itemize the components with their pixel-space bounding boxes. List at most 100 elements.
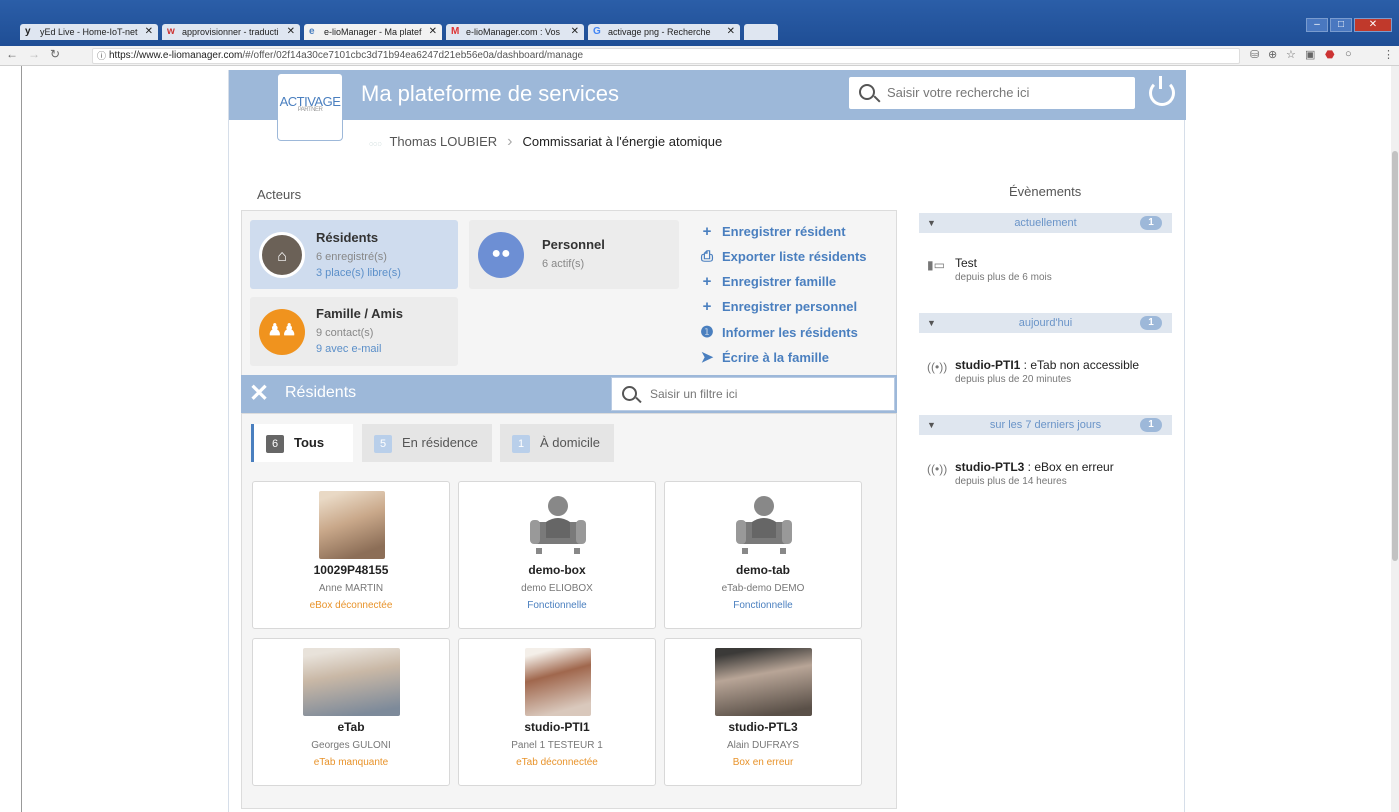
plus-icon: + (702, 298, 712, 315)
action-export-residents[interactable]: ⎙ Exporter liste résidents (700, 248, 867, 265)
tab-favicon-icon: G (593, 26, 601, 37)
browser-tab[interactable]: Me-lioManager.com : Vos ✕ (446, 24, 584, 40)
window-close-icon[interactable]: ✕ (1354, 18, 1392, 32)
close-icon[interactable]: ✕ (249, 379, 269, 408)
card-residents[interactable]: ⌂ Résidents 6 enregistré(s) 3 place(s) l… (250, 220, 458, 289)
menu-icon[interactable]: ⋮ (1383, 48, 1394, 61)
tab-label: yEd Live - Home-IoT-net (40, 27, 138, 37)
zoom-icon[interactable]: ⊕ (1268, 48, 1277, 61)
family-icon: ♟♟ (259, 309, 305, 355)
action-label: Enregistrer famille (722, 274, 837, 289)
browser-tab[interactable]: w approvisionner - traducti ✕ (162, 24, 300, 40)
tab-favicon-icon: e (309, 26, 315, 37)
event-time: depuis plus de 14 heures (955, 476, 1067, 487)
event-group-7-days[interactable]: ▼ sur les 7 derniers jours 1 (919, 415, 1172, 435)
browser-tab-active[interactable]: e e-lioManager - Ma platef ✕ (304, 24, 442, 40)
resident-card[interactable]: studio-PTI1 Panel 1 TESTEUR 1 eTab décon… (458, 638, 656, 786)
resident-id: demo-box (528, 563, 586, 577)
residents-panel-header: ✕ Résidents Saisir un filtre ici (241, 375, 897, 413)
filter-input[interactable]: Saisir un filtre ici (611, 377, 895, 411)
breadcrumb-user[interactable]: Thomas LOUBIER (389, 134, 497, 149)
star-icon[interactable]: ☆ (1286, 48, 1296, 61)
back-icon[interactable]: ← (6, 47, 18, 61)
acteurs-heading: Acteurs (257, 187, 302, 202)
filter-tab-all[interactable]: 6 Tous (251, 424, 353, 462)
action-register-family[interactable]: + Enregistrer famille (700, 273, 837, 290)
maximize-icon[interactable]: □ (1330, 18, 1352, 32)
event-group-today[interactable]: ▼ aujourd'hui 1 (919, 313, 1172, 333)
filter-placeholder: Saisir un filtre ici (650, 387, 738, 401)
info-icon[interactable]: ⓘ (97, 49, 106, 63)
resident-status: Box en erreur (732, 757, 794, 768)
tab-favicon-icon: y (25, 26, 31, 37)
residents-panel-title: Résidents (285, 384, 357, 401)
reload-icon[interactable]: ↻ (50, 47, 60, 61)
logo[interactable]: ACTIVAGE PARTNER (277, 73, 343, 141)
forward-icon[interactable]: → (28, 47, 40, 61)
url-host: https://www.e-liomanager.com (109, 50, 243, 61)
tab-favicon-icon: w (167, 26, 175, 37)
browser-tab[interactable]: Gactivage png - Recherche ✕ (588, 24, 740, 40)
url-field[interactable]: ⓘ https://www.e-liomanager.com/#/offer/0… (92, 48, 1240, 64)
search-placeholder: Saisir votre recherche ici (887, 85, 1030, 100)
resident-card[interactable]: demo-box demo ELIOBOX Fonctionnelle (458, 481, 656, 629)
extension-icon[interactable]: ○ (1345, 48, 1352, 60)
filter-tab-in-residence[interactable]: 5 En résidence (362, 424, 492, 462)
event-group-label: sur les 7 derniers jours (989, 419, 1102, 431)
global-search-input[interactable]: Saisir votre recherche ici (849, 77, 1135, 109)
browser-tab[interactable]: y yEd Live - Home-IoT-net ✕ (20, 24, 158, 40)
close-icon[interactable]: ✕ (571, 24, 579, 40)
translate-icon[interactable]: ⛁ (1250, 48, 1259, 61)
tab-label: e-lioManager.com : Vos (466, 27, 561, 37)
card-link[interactable]: 3 place(s) libre(s) (316, 267, 401, 279)
resident-id: demo-tab (736, 563, 790, 577)
breadcrumb: ◌◌◌ Thomas LOUBIER › Commissariat à l'énerg… (369, 133, 722, 151)
events-heading: Évènements (1009, 184, 1082, 199)
filter-tab-label: À domicile (540, 435, 600, 450)
card-famille[interactable]: ♟♟ Famille / Amis 9 contact(s) 9 avec e-… (250, 297, 458, 366)
resident-status: eBox déconnectée (309, 600, 393, 611)
event-group-now[interactable]: ▼ actuellement 1 (919, 213, 1172, 233)
event-device: studio-PTI1 (955, 358, 1021, 372)
action-write-family[interactable]: ➤ Écrire à la famille (700, 348, 829, 366)
card-line: 6 enregistré(s) (316, 251, 387, 263)
resident-id: studio-PTI1 (524, 720, 590, 734)
card-personnel[interactable]: ●● Personnel 6 actif(s) (469, 220, 679, 289)
close-icon[interactable]: ✕ (287, 24, 295, 40)
new-tab-button[interactable] (744, 24, 778, 40)
resident-card[interactable]: 10029P48155 Anne MARTIN eBox déconnectée (252, 481, 450, 629)
count-badge: 1 (1140, 316, 1162, 330)
info-icon: ❶ (700, 324, 714, 341)
resident-card[interactable]: eTab Georges GULONI eTab manquante (252, 638, 450, 786)
filter-tab-at-home[interactable]: 1 À domicile (500, 424, 614, 462)
adblock-icon[interactable]: ⬣ (1325, 48, 1335, 61)
resident-card[interactable]: demo-tab eTab-demo DEMO Fonctionnelle (664, 481, 862, 629)
scrollbar-thumb[interactable] (1392, 151, 1398, 561)
plus-icon: + (702, 223, 712, 240)
resident-name: Georges GULONI (311, 740, 391, 751)
close-icon[interactable]: ✕ (727, 24, 735, 40)
power-icon[interactable] (1149, 76, 1175, 106)
event-time: depuis plus de 20 minutes (955, 374, 1072, 385)
card-link[interactable]: 9 avec e-mail (316, 343, 381, 355)
resident-photo (303, 648, 400, 716)
resident-card[interactable]: studio-PTL3 Alain DUFRAYS Box en erreur (664, 638, 862, 786)
action-register-staff[interactable]: + Enregistrer personnel (700, 298, 858, 315)
resident-name: eTab-demo DEMO (721, 583, 805, 594)
resident-status: Fonctionnelle (733, 600, 793, 611)
action-label: Écrire à la famille (722, 350, 829, 365)
close-icon[interactable]: ✕ (145, 24, 153, 40)
tab-label: approvisionner - traducti (182, 27, 279, 37)
scrollbar[interactable] (1391, 66, 1399, 812)
action-register-resident[interactable]: + Enregistrer résident (700, 223, 846, 240)
minimize-icon[interactable]: – (1306, 18, 1328, 32)
plus-icon: + (702, 273, 712, 290)
page-title: Ma plateforme de services (361, 81, 619, 106)
app-container: Ma plateforme de services Saisir votre r… (228, 70, 1186, 812)
event-device: studio-PTL3 (955, 460, 1025, 474)
action-label: Enregistrer personnel (722, 299, 858, 314)
close-icon[interactable]: ✕ (429, 24, 437, 40)
action-inform-residents[interactable]: ❶ Informer les résidents (700, 323, 858, 341)
cast-icon[interactable]: ▣ (1305, 48, 1315, 61)
breadcrumb-org: Commissariat à l'énergie atomique (522, 134, 723, 149)
